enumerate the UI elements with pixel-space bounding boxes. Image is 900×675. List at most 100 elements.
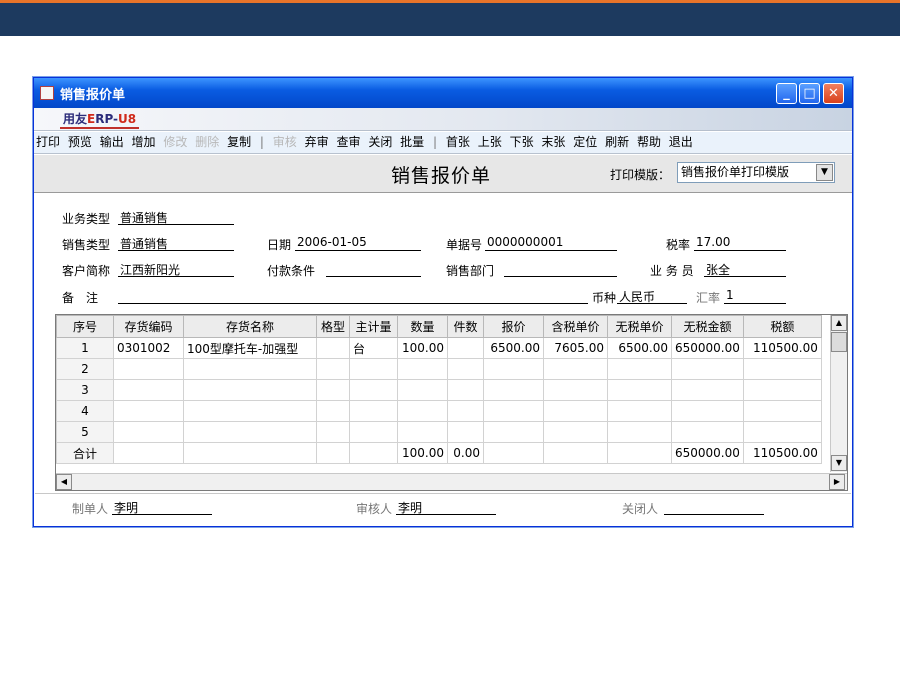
next-button[interactable]: 下张 — [508, 132, 536, 153]
table-cell[interactable] — [183, 358, 317, 380]
table-cell[interactable] — [483, 421, 544, 443]
first-button[interactable]: 首张 — [444, 132, 472, 153]
table-cell[interactable]: 110500.00 — [742, 442, 822, 464]
table-cell[interactable] — [316, 337, 350, 359]
table-cell[interactable]: 合计 — [56, 442, 114, 464]
maximize-button[interactable]: □ — [799, 83, 820, 104]
table-cell[interactable] — [483, 400, 544, 422]
table-cell[interactable]: 5 — [56, 421, 114, 443]
table-cell[interactable] — [447, 358, 484, 380]
table-cell[interactable] — [113, 400, 184, 422]
window-titlebar[interactable]: 销售报价单 _ □ ✕ — [34, 78, 852, 108]
locate-button[interactable]: 定位 — [571, 132, 599, 153]
chevron-down-icon[interactable]: ▼ — [816, 164, 833, 181]
table-cell[interactable] — [183, 442, 317, 464]
exchange-rate-field[interactable]: 1 — [724, 288, 786, 304]
table-cell[interactable] — [671, 379, 744, 401]
table-cell[interactable] — [316, 421, 350, 443]
table-cell[interactable] — [316, 400, 350, 422]
table-cell[interactable] — [349, 379, 398, 401]
column-header[interactable]: 税额 — [742, 315, 822, 338]
table-cell[interactable] — [607, 379, 672, 401]
sale-type-field[interactable]: 普通销售 — [118, 235, 234, 251]
table-cell[interactable] — [397, 358, 448, 380]
table-cell[interactable] — [316, 358, 350, 380]
column-header[interactable]: 报价 — [483, 315, 544, 338]
table-cell[interactable] — [607, 358, 672, 380]
payment-terms-field[interactable] — [326, 261, 421, 277]
column-header[interactable]: 无税单价 — [607, 315, 672, 338]
table-cell[interactable] — [671, 421, 744, 443]
table-cell[interactable] — [543, 400, 608, 422]
table-cell[interactable] — [671, 358, 744, 380]
batch-button[interactable]: 批量 — [398, 132, 426, 153]
minimize-button[interactable]: _ — [776, 83, 797, 104]
table-row[interactable]: 5 — [56, 421, 822, 443]
close-button[interactable]: ✕ — [823, 83, 844, 104]
salesman-field[interactable]: 张全 — [704, 261, 786, 277]
table-cell[interactable] — [607, 442, 672, 464]
doc-no-field[interactable]: 0000000001 — [485, 235, 617, 251]
table-cell[interactable] — [349, 421, 398, 443]
print-button[interactable]: 打印 — [34, 132, 62, 153]
tax-rate-field[interactable]: 17.00 — [694, 235, 786, 251]
table-cell[interactable]: 1 — [56, 337, 114, 359]
vertical-scrollbar[interactable]: ▲ ▼ — [830, 315, 847, 472]
table-cell[interactable]: 6500.00 — [607, 337, 672, 359]
table-cell[interactable] — [742, 379, 822, 401]
table-cell[interactable]: 650000.00 — [671, 442, 744, 464]
column-header[interactable]: 主计量 — [349, 315, 398, 338]
table-cell[interactable] — [483, 358, 544, 380]
table-cell[interactable]: 110500.00 — [742, 337, 822, 359]
table-cell[interactable] — [447, 400, 484, 422]
table-cell[interactable]: 650000.00 — [671, 337, 744, 359]
table-cell[interactable] — [447, 337, 484, 359]
sales-dept-field[interactable] — [504, 261, 617, 277]
column-header[interactable]: 含税单价 — [543, 315, 608, 338]
table-cell[interactable] — [483, 442, 544, 464]
table-cell[interactable] — [607, 400, 672, 422]
table-cell[interactable] — [113, 379, 184, 401]
preview-button[interactable]: 预览 — [66, 132, 94, 153]
column-header[interactable]: 无税金额 — [671, 315, 744, 338]
date-field[interactable]: 2006-01-05 — [295, 235, 421, 251]
table-cell[interactable]: 4 — [56, 400, 114, 422]
table-cell[interactable] — [543, 379, 608, 401]
modify-button[interactable]: 修改 — [161, 132, 189, 153]
table-row[interactable]: 1 0301002 100型摩托车-加强型 台 100.00 6500.00 7605.00… — [56, 337, 822, 359]
table-cell[interactable] — [607, 421, 672, 443]
table-cell[interactable] — [349, 442, 398, 464]
template-select[interactable]: 销售报价单打印模版 ▼ — [677, 162, 835, 183]
table-cell[interactable] — [316, 442, 350, 464]
column-header[interactable]: 数量 — [397, 315, 448, 338]
add-button[interactable]: 增加 — [130, 132, 158, 153]
biz-type-field[interactable]: 普通销售 — [118, 209, 234, 225]
close-doc-button[interactable]: 关闭 — [366, 132, 394, 153]
column-header[interactable]: 存货名称 — [183, 315, 317, 338]
table-cell[interactable]: 0.00 — [447, 442, 484, 464]
scroll-thumb[interactable] — [831, 332, 847, 352]
table-cell[interactable] — [671, 400, 744, 422]
table-cell[interactable] — [543, 358, 608, 380]
table-cell[interactable]: 7605.00 — [543, 337, 608, 359]
table-row[interactable]: 2 — [56, 358, 822, 380]
table-cell[interactable] — [397, 421, 448, 443]
column-header[interactable]: 格型 — [316, 315, 350, 338]
table-cell[interactable]: 100.00 — [397, 337, 448, 359]
table-cell[interactable]: 100型摩托车-加强型 — [183, 337, 317, 359]
table-cell[interactable] — [183, 400, 317, 422]
table-cell[interactable] — [742, 400, 822, 422]
table-cell[interactable] — [742, 358, 822, 380]
customer-field[interactable]: 江西新阳光 — [118, 261, 234, 277]
table-row[interactable]: 4 — [56, 400, 822, 422]
horizontal-scrollbar[interactable]: ◀ ▶ — [56, 473, 847, 490]
table-cell[interactable] — [742, 421, 822, 443]
scroll-up-button[interactable]: ▲ — [831, 315, 847, 331]
scroll-right-button[interactable]: ▶ — [829, 474, 845, 490]
table-cell[interactable] — [397, 400, 448, 422]
table-cell[interactable]: 2 — [56, 358, 114, 380]
export-button[interactable]: 输出 — [98, 132, 126, 153]
prev-button[interactable]: 上张 — [476, 132, 504, 153]
table-cell[interactable] — [447, 421, 484, 443]
last-button[interactable]: 末张 — [539, 132, 567, 153]
